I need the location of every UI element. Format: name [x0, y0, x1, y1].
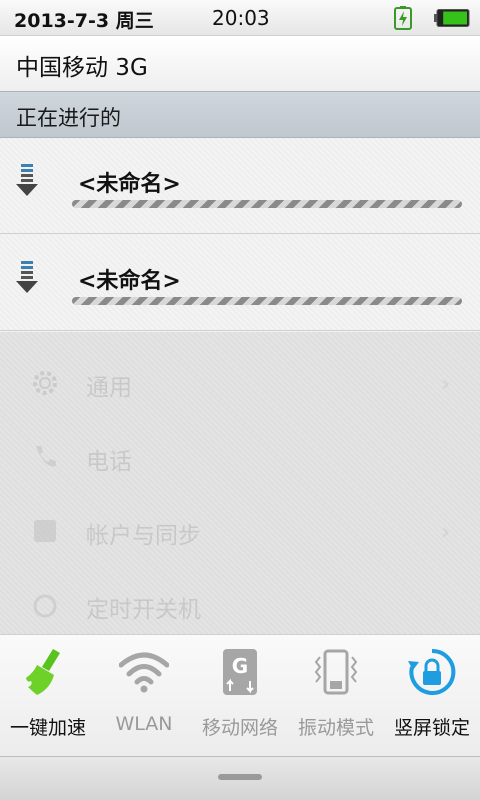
chevron-right-icon: › — [441, 372, 450, 397]
battery-charging-icon — [394, 6, 412, 30]
chevron-right-icon: › — [441, 520, 450, 545]
toggle-label: 移动网络 — [201, 717, 278, 739]
section-title: 正在进行的 — [16, 106, 121, 130]
broom-icon — [26, 649, 60, 695]
background-item-label: 通用 — [86, 375, 132, 401]
background-item-label: 帐户与同步 — [86, 523, 201, 549]
notification-drag-handle-bar[interactable] — [0, 756, 480, 800]
background-item-label: 电话 — [86, 449, 132, 475]
ongoing-section-header: 正在进行的 — [0, 91, 480, 138]
background-item-scheduled-power: 定时开关机 — [30, 586, 450, 626]
toggle-label: WLAN — [115, 713, 173, 735]
toggle-wlan[interactable]: WLAN — [96, 635, 192, 757]
phone-icon — [36, 446, 56, 467]
mobile-network-g-icon: G — [223, 649, 257, 695]
toggle-mobile-network[interactable]: G 移动网络 — [192, 635, 288, 757]
background-item-phone: 电话 — [30, 438, 450, 478]
gear-icon — [33, 371, 57, 395]
rotation-lock-icon — [408, 648, 456, 695]
power-icon — [33, 594, 57, 618]
download-icon — [16, 164, 38, 196]
toggle-rotation-lock[interactable]: 竖屏锁定 — [384, 635, 480, 757]
vibrate-icon — [314, 649, 358, 695]
toggle-label: 振动模式 — [297, 717, 374, 739]
carrier-name: 中国移动 3G — [16, 55, 148, 81]
carrier-bar: 中国移动 3G — [0, 36, 480, 91]
status-time: 20:03 — [212, 6, 270, 30]
quick-toggles-panel: 一键加速 WLAN G 移动网络 振动模式 竖屏锁定 — [0, 634, 480, 756]
download-notification[interactable]: <未命名> — [0, 235, 480, 331]
download-title: <未命名> — [78, 269, 181, 294]
svg-text:G: G — [232, 654, 248, 678]
download-notification[interactable]: <未命名> — [0, 138, 480, 234]
background-item-account-sync: 帐户与同步 › — [30, 512, 450, 552]
wifi-icon — [119, 652, 169, 693]
background-item-general: 通用 › — [30, 364, 450, 404]
download-title: <未命名> — [78, 172, 181, 197]
drag-handle[interactable] — [218, 774, 262, 780]
download-progress-bar — [72, 297, 462, 305]
status-date: 2013-7-3 周三 — [14, 10, 154, 32]
background-item-label: 定时开关机 — [86, 597, 201, 623]
toggle-speed-up[interactable]: 一键加速 — [0, 635, 96, 757]
toggle-vibrate[interactable]: 振动模式 — [288, 635, 384, 757]
toggle-label: 一键加速 — [9, 717, 86, 739]
download-icon — [16, 261, 38, 293]
download-progress-bar — [72, 200, 462, 208]
account-sync-icon — [34, 520, 56, 542]
toggle-label: 竖屏锁定 — [393, 717, 470, 739]
battery-icon — [434, 9, 470, 27]
background-settings-list: 通用 › 电话 帐户与同步 › 定时开关机 — [0, 332, 480, 634]
status-bar: 2013-7-3 周三 20:03 — [0, 0, 480, 36]
